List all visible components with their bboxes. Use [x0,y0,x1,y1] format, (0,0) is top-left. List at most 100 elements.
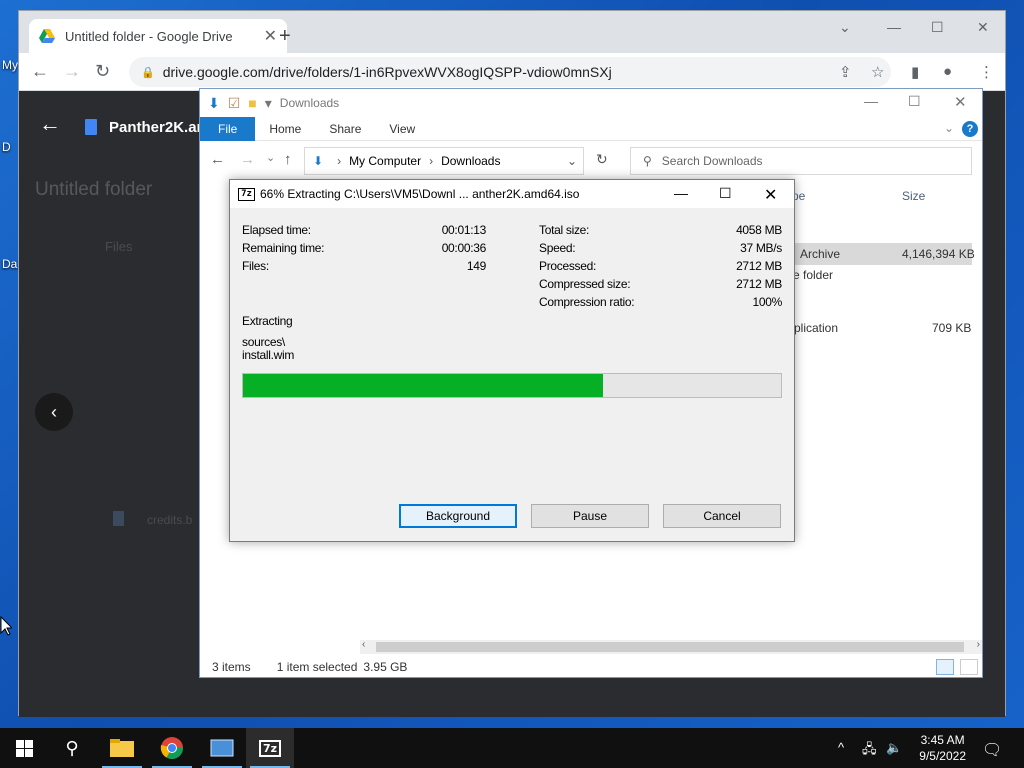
address-bar[interactable]: 🔒 drive.google.com/drive/folders/1-in6Rp… [129,57,891,87]
tab-google-drive[interactable]: Untitled folder - Google Drive ✕ [29,19,287,53]
background-button[interactable]: Background [399,504,517,528]
extraction-progress-bar [242,373,782,398]
bookmark-star-icon[interactable]: ☆ [871,63,884,81]
menu-kebab-icon[interactable]: ⋮ [979,63,994,81]
close-tab-icon[interactable]: ✕ [264,26,277,46]
address-dropdown-icon[interactable]: ⌄ [567,154,577,168]
maximize-icon[interactable]: ☐ [908,93,921,110]
speed-label: Speed: [539,241,576,255]
address-bar[interactable]: ⬇ › My Computer › Downloads ⌄ [304,147,584,175]
pause-button[interactable]: Pause [531,504,649,528]
desktop-icon-label[interactable]: D [2,140,11,154]
close-icon[interactable]: ✕ [977,19,989,36]
recent-dropdown-icon[interactable]: ⌄ [266,151,275,164]
remaining-time-value: 00:00:36 [441,241,487,255]
processed-label: Processed: [539,259,597,273]
tab-search-icon[interactable]: ⌄ [839,19,851,36]
explorer-titlebar: ⬇ ☑ ■ ▾ Downloads — ☐ ✕ [200,89,982,117]
up-icon[interactable]: ↑ [284,151,292,168]
lock-icon[interactable]: 🔒 [141,66,155,79]
current-path: sources\ [242,335,285,349]
maximize-icon[interactable]: ☐ [931,19,944,36]
scrollbar-thumb[interactable] [376,642,964,652]
file-size-cell: 709 KB [932,321,972,335]
remaining-time-label: Remaining time: [242,241,325,255]
maximize-icon[interactable]: ☐ [719,185,732,202]
breadcrumb-my-computer[interactable]: My Computer [349,154,421,168]
minimize-icon[interactable]: — [887,19,901,35]
file-type-cell: Archive [800,247,841,261]
credits-file-name[interactable]: credits.b [147,513,192,527]
7zip-icon: 7z [238,187,255,201]
explorer-title: Downloads [279,96,340,110]
show-hidden-icons-icon[interactable]: ^ [838,740,844,755]
search-icon: ⚲ [643,154,652,168]
download-arrow-icon: ⬇ [208,94,220,111]
file-type-cell: plication [794,321,839,335]
breadcrumb-chevron-icon[interactable]: › [337,154,341,168]
previous-icon[interactable]: ‹ [35,393,73,431]
taskbar-app[interactable] [198,728,246,768]
taskbar-7zip[interactable]: 7z [246,728,294,768]
elapsed-time-value: 00:01:13 [441,223,487,237]
status-item-count: 3 items [212,660,251,674]
cancel-button[interactable]: Cancel [663,504,781,528]
notifications-icon[interactable]: 🗨 [982,740,1002,760]
ribbon-tab-home[interactable]: Home [255,117,315,141]
search-icon[interactable]: ⚲ [48,728,96,768]
network-icon[interactable]: 🖧 [862,740,877,762]
file-size-cell: 4,146,394 KB [902,247,975,261]
close-icon[interactable]: ✕ [764,185,777,205]
current-file: install.wim [242,348,295,362]
large-icons-view-icon[interactable] [960,659,978,675]
breadcrumb-downloads[interactable]: Downloads [441,154,500,168]
volume-icon[interactable]: 🔈 [886,740,902,756]
minimize-icon[interactable]: — [864,93,878,109]
help-icon[interactable]: ? [962,121,978,137]
download-arrow-icon: ⬇ [313,154,324,168]
compressed-size-value: 2712 MB [736,277,782,291]
status-selected-size: 3.95 GB [363,660,408,674]
properties-icon[interactable]: ☑ [228,95,241,112]
ribbon-tabs: File Home Share View ⌄ [200,116,982,141]
new-tab-icon[interactable]: + [279,25,291,48]
google-drive-icon [39,29,55,43]
desktop-icon-label[interactable]: My [2,58,18,72]
scroll-right-icon[interactable]: › [977,639,980,650]
back-icon[interactable]: ← [31,61,49,82]
back-icon[interactable]: ← [210,151,225,168]
minimize-icon[interactable]: — [674,185,688,201]
file-icon [113,511,124,526]
desktop-icon-label[interactable]: Da [2,257,17,271]
start-button[interactable] [0,728,48,768]
mouse-cursor-icon [0,616,12,636]
share-icon[interactable]: ⇪ [839,63,852,81]
taskbar: ⚲ 7z ^ 🖧 🔈 3:45 AM 9/5/2022 🗨 [0,728,1024,768]
reload-icon[interactable]: ↻ [95,61,110,82]
folder-icon[interactable]: ■ [248,95,256,111]
quick-access-dropdown-icon[interactable]: ▾ [265,95,272,112]
scroll-left-icon[interactable]: ‹ [362,639,365,650]
breadcrumb-chevron-icon[interactable]: › [429,154,433,168]
ribbon-expand-icon[interactable]: ⌄ [944,121,954,135]
close-icon[interactable]: ✕ [954,93,967,111]
viewer-back-icon[interactable]: ← [39,111,61,137]
ribbon-tab-file[interactable]: File [200,116,256,141]
forward-icon[interactable]: → [240,151,255,168]
details-view-icon[interactable] [936,659,954,675]
refresh-icon[interactable]: ↻ [596,151,608,168]
profile-avatar-icon[interactable]: ● [943,63,952,80]
search-input[interactable]: ⚲ Search Downloads [630,147,972,175]
system-clock[interactable]: 3:45 AM 9/5/2022 [919,732,966,764]
taskbar-chrome[interactable] [148,728,196,768]
forward-icon[interactable]: → [63,61,81,82]
side-panel-icon[interactable]: ▮ [911,63,919,81]
column-header-size[interactable]: Size [902,189,925,203]
tab-title: Untitled folder - Google Drive [65,28,233,44]
horizontal-scrollbar[interactable]: ‹ › [360,639,982,654]
clock-date: 9/5/2022 [919,749,966,763]
application-icon [210,739,234,757]
ribbon-tab-view[interactable]: View [375,117,429,141]
taskbar-file-explorer[interactable] [98,728,146,768]
ribbon-tab-share[interactable]: Share [315,117,375,141]
